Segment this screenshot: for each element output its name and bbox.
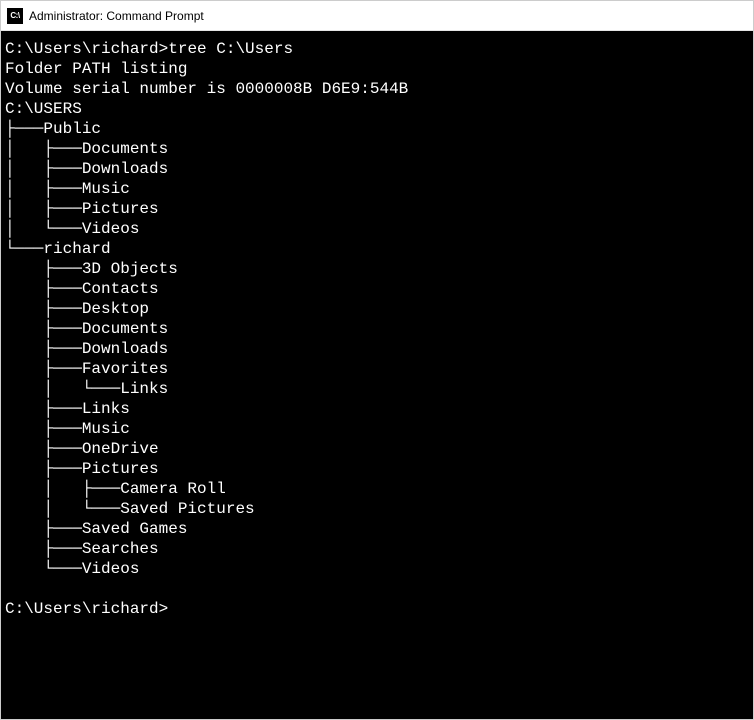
prompt-path: C:\Users\richard> <box>5 600 168 618</box>
window-title: Administrator: Command Prompt <box>29 9 204 23</box>
command-prompt-window: C:\ Administrator: Command Prompt C:\Use… <box>0 0 754 720</box>
prompt-line: C:\Users\richard>tree C:\Users <box>5 40 293 58</box>
tree-body: ├───Public │ ├───Documents │ ├───Downloa… <box>5 120 255 578</box>
output-header: Folder PATH listing <box>5 60 187 78</box>
output-serial: Volume serial number is 0000008B D6E9:54… <box>5 80 408 98</box>
cmd-icon: C:\ <box>7 8 23 24</box>
prompt-line: C:\Users\richard> <box>5 600 168 618</box>
titlebar[interactable]: C:\ Administrator: Command Prompt <box>1 1 753 31</box>
output-root: C:\USERS <box>5 100 82 118</box>
prompt-path: C:\Users\richard> <box>5 40 168 58</box>
prompt-command: tree C:\Users <box>168 40 293 58</box>
terminal-output[interactable]: C:\Users\richard>tree C:\Users Folder PA… <box>1 31 753 719</box>
